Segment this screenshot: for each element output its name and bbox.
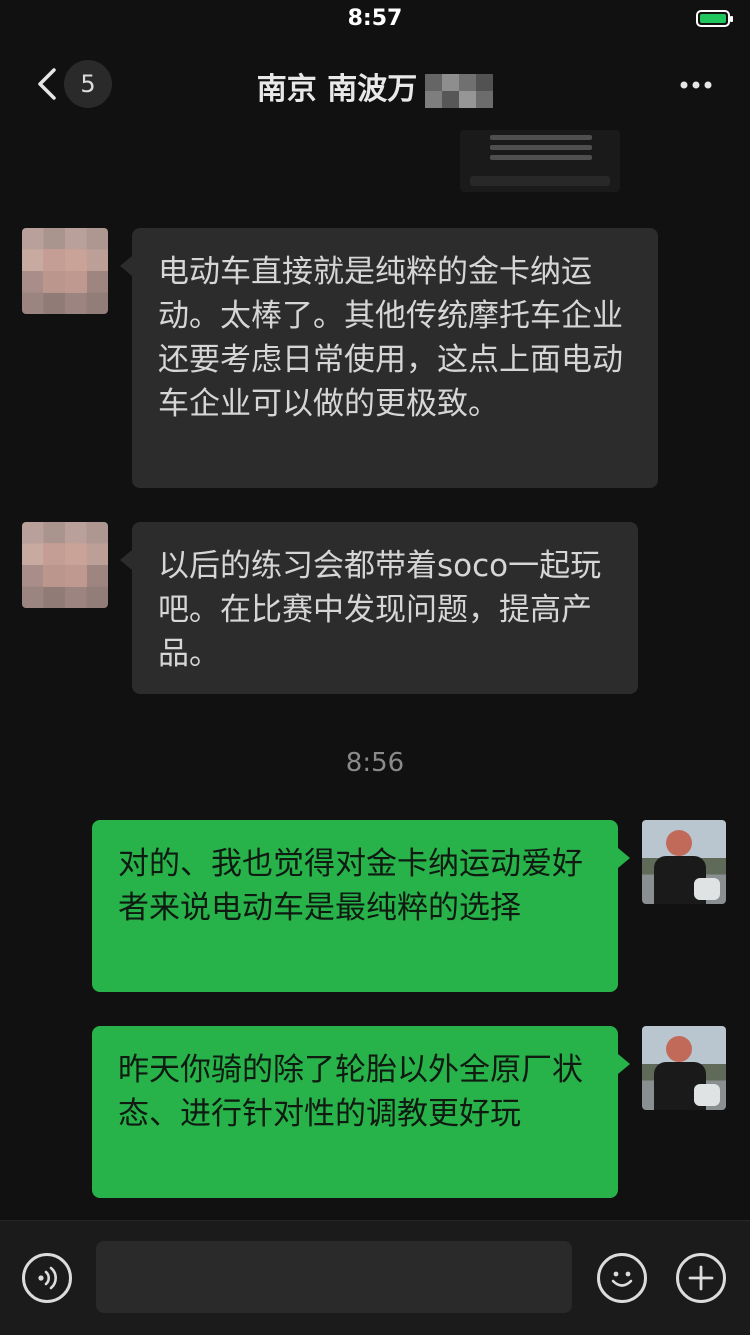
battery-icon [696, 10, 733, 27]
voice-button[interactable] [22, 1253, 72, 1303]
image-text-line [490, 145, 592, 150]
message-bubble-outgoing[interactable]: 对的、我也觉得对金卡纳运动爱好者来说电动车是最纯粹的选择 [92, 820, 630, 992]
status-time: 8:57 [347, 6, 403, 31]
plus-icon [688, 1265, 714, 1291]
status-bar: 8:57 [0, 0, 750, 40]
input-bar [0, 1220, 750, 1335]
message-input[interactable] [96, 1241, 572, 1313]
avatar[interactable] [642, 1026, 726, 1110]
message-timestamp: 8:56 [345, 748, 405, 778]
message-list[interactable]: 电动车直接就是纯粹的金卡纳运动。太棒了。其他传统摩托车企业还要考虑日常使用，这点… [0, 130, 750, 1220]
voice-icon [38, 1266, 57, 1290]
avatar-motorcycle [694, 1084, 720, 1106]
title-mosaic-censor [425, 73, 494, 108]
chat-title[interactable]: 南京 南波万 [0, 64, 750, 108]
battery-level [700, 14, 726, 23]
image-toolbar [470, 176, 610, 186]
avatar-head [666, 830, 692, 856]
avatar-head [666, 1036, 692, 1062]
plus-button[interactable] [676, 1253, 726, 1303]
emoji-icon [611, 1271, 633, 1287]
image-text-line [490, 155, 592, 160]
chat-header: 5 南京 南波万 [0, 40, 750, 130]
avatar[interactable] [22, 522, 108, 608]
more-options-button[interactable] [676, 70, 716, 100]
image-text-line [490, 135, 592, 140]
avatar-motorcycle [694, 878, 720, 900]
more-dots-icon [680, 81, 712, 89]
avatar[interactable] [642, 820, 726, 904]
chat-title-text: 南京 南波万 [256, 72, 418, 107]
message-bubble-outgoing[interactable]: 昨天你骑的除了轮胎以外全原厂状态、进行针对性的调教更好玩 [92, 1026, 630, 1198]
emoji-button[interactable] [597, 1253, 647, 1303]
message-bubble-incoming[interactable]: 电动车直接就是纯粹的金卡纳运动。太棒了。其他传统摩托车企业还要考虑日常使用，这点… [120, 228, 658, 488]
avatar[interactable] [22, 228, 108, 314]
message-bubble-incoming[interactable]: 以后的练习会都带着soco一起玩吧。在比赛中发现问题，提高产品。 [120, 522, 638, 694]
shared-image-thumbnail[interactable] [460, 130, 620, 192]
